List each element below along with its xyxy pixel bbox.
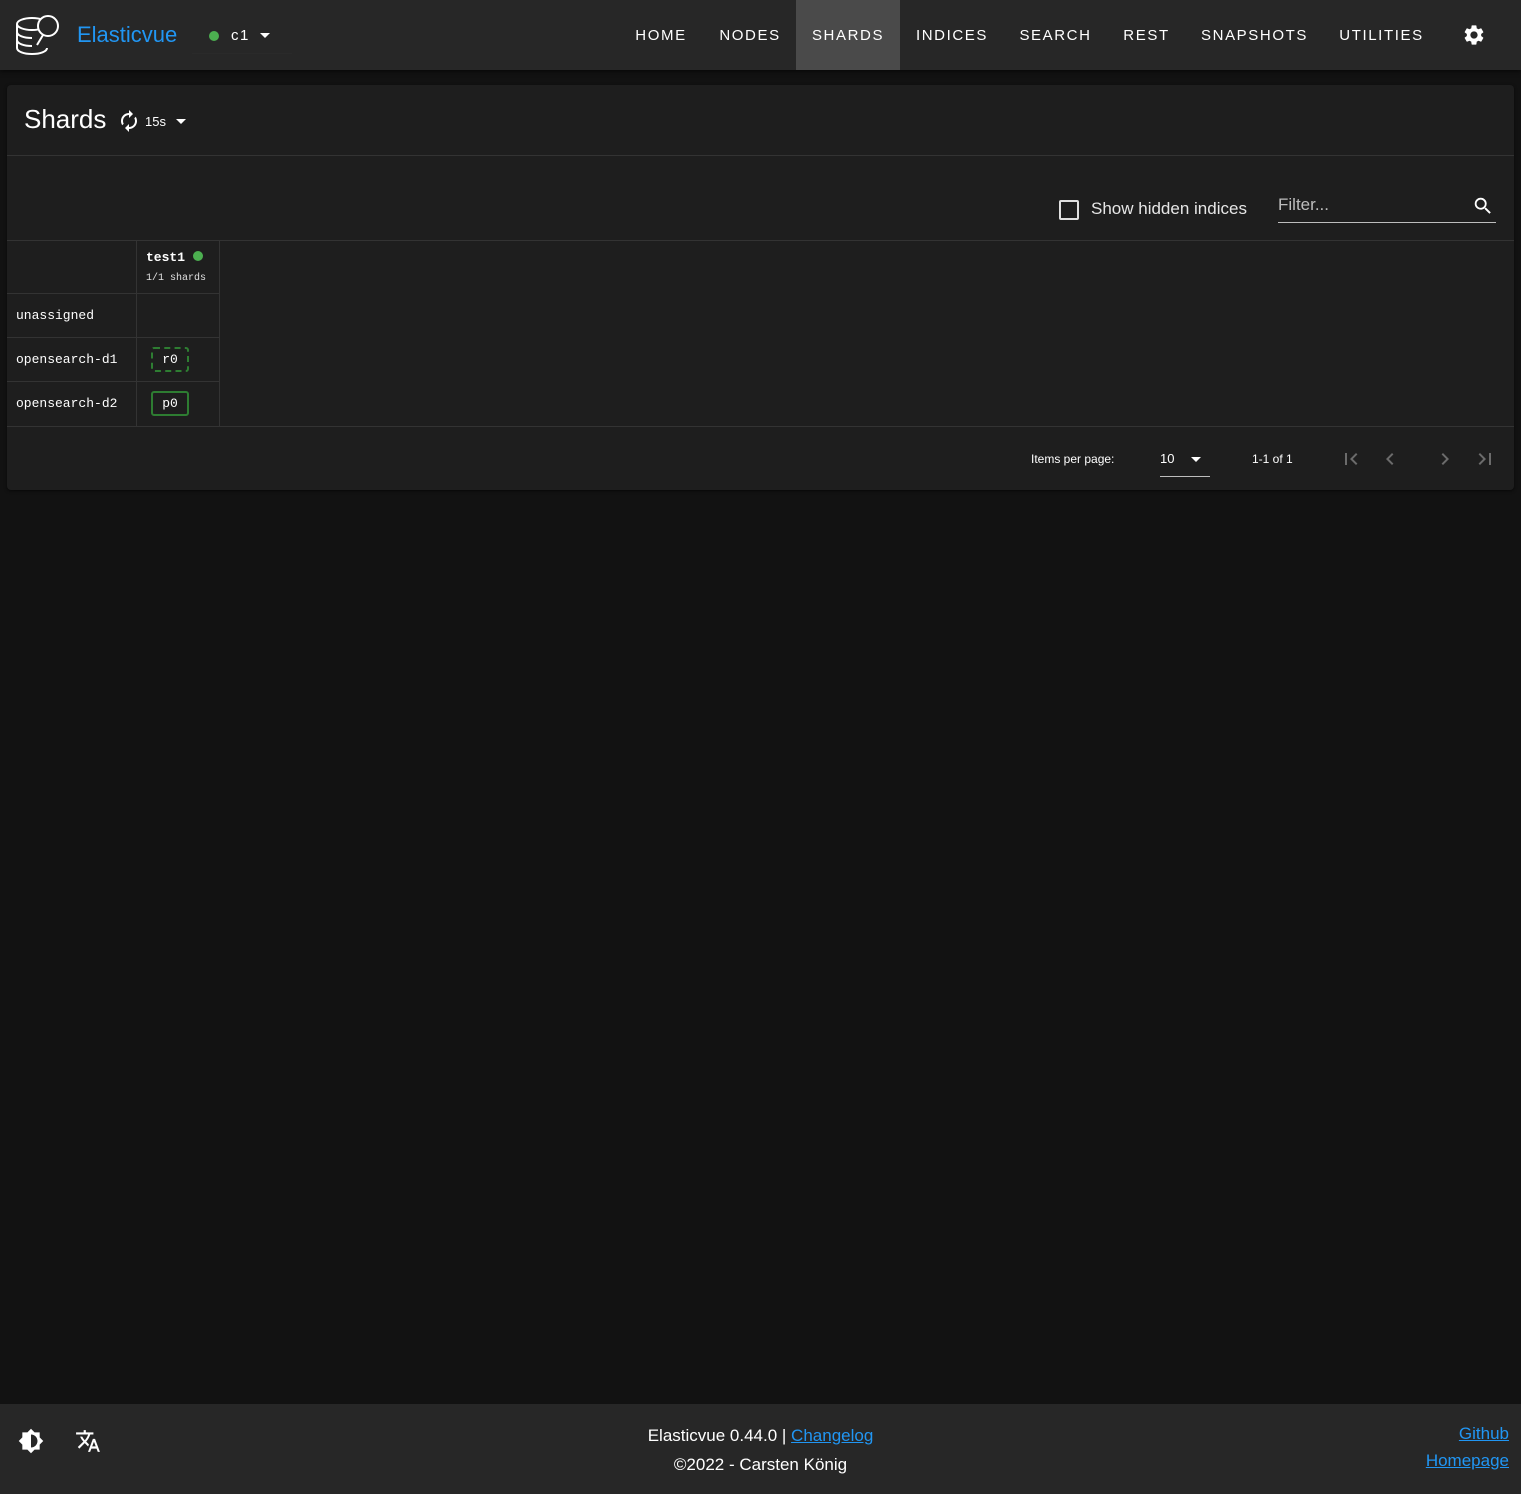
cluster-status-dot (209, 30, 219, 41)
index-health-dot (193, 251, 203, 261)
changelog-link[interactable]: Changelog (791, 1426, 873, 1445)
first-page-icon[interactable] (1339, 447, 1363, 471)
nav-shards[interactable]: SHARDS (796, 0, 900, 70)
nav-snapshots[interactable]: SNAPSHOTS (1186, 0, 1323, 70)
chevron-down-icon (175, 118, 186, 124)
node-unassigned: unassigned (16, 308, 95, 323)
github-link[interactable]: Github (1459, 1424, 1509, 1444)
table-column-divider (136, 240, 137, 426)
primary-shard-p0[interactable]: p0 (151, 391, 189, 416)
nav-nodes[interactable]: NODES (704, 0, 796, 70)
version-text: Elasticvue 0.44.0 | (647, 1426, 787, 1445)
show-hidden-indices-label[interactable]: Show hidden indices (1091, 199, 1247, 219)
index-name[interactable]: test1 (146, 250, 185, 265)
nav-home[interactable]: HOME (618, 0, 704, 70)
refresh-interval-selector[interactable]: 15s (117, 109, 186, 133)
filter-input[interactable] (1278, 193, 1458, 217)
footer-version: Elasticvue 0.44.0 | Changelog (0, 1426, 1521, 1446)
items-per-page-select[interactable]: 10 (1160, 441, 1210, 477)
items-per-page-value: 10 (1160, 451, 1175, 466)
gear-icon[interactable] (1462, 23, 1486, 47)
nav-indices[interactable]: INDICES (900, 0, 1004, 70)
refresh-icon (121, 110, 137, 132)
shards-card: Shards 15s Show hidden indices test1 1/1… (7, 85, 1514, 490)
cluster-name: c1 (231, 27, 250, 44)
nav-rest[interactable]: REST (1107, 0, 1186, 70)
table-column-divider (219, 240, 220, 426)
filter-field[interactable] (1278, 189, 1496, 223)
chevron-down-icon (1191, 457, 1201, 462)
homepage-link[interactable]: Homepage (1426, 1451, 1509, 1471)
brand-title[interactable]: Elasticvue (77, 22, 177, 48)
table-row-divider (7, 337, 219, 338)
show-hidden-indices-checkbox[interactable] (1059, 200, 1079, 220)
nav-utilities[interactable]: UTILITIES (1323, 0, 1440, 70)
last-page-icon[interactable] (1473, 447, 1497, 471)
footer-copyright: ©2022 - Carsten König (673, 1455, 848, 1474)
index-shard-count: 1/1 shards (146, 273, 207, 284)
replica-shard-r0[interactable]: r0 (151, 347, 189, 372)
top-app-bar: Elasticvue c1 HOME NODES SHARDS INDICES … (0, 0, 1521, 70)
chevron-down-icon (259, 33, 270, 38)
pagination-range: 1-1 of 1 (1252, 452, 1293, 466)
page-title: Shards (24, 104, 107, 134)
table-row-divider (7, 381, 219, 382)
node-opensearch-d2: opensearch-d2 (16, 396, 118, 411)
search-icon[interactable] (1472, 195, 1494, 217)
table-border (7, 426, 1514, 427)
cluster-selector[interactable]: c1 (192, 18, 292, 54)
divider (7, 155, 1514, 156)
next-page-icon[interactable] (1433, 447, 1457, 471)
items-per-page-label: Items per page: (1031, 452, 1115, 466)
footer: Elasticvue 0.44.0 | Changelog ©2022 - Ca… (0, 1404, 1521, 1494)
logo-icon[interactable] (12, 11, 64, 61)
table-border (7, 240, 1514, 241)
refresh-interval-value: 15s (145, 113, 166, 129)
nav-search[interactable]: SEARCH (1004, 0, 1107, 70)
node-opensearch-d1: opensearch-d1 (16, 352, 118, 367)
prev-page-icon[interactable] (1378, 447, 1402, 471)
table-row-divider (7, 293, 219, 294)
